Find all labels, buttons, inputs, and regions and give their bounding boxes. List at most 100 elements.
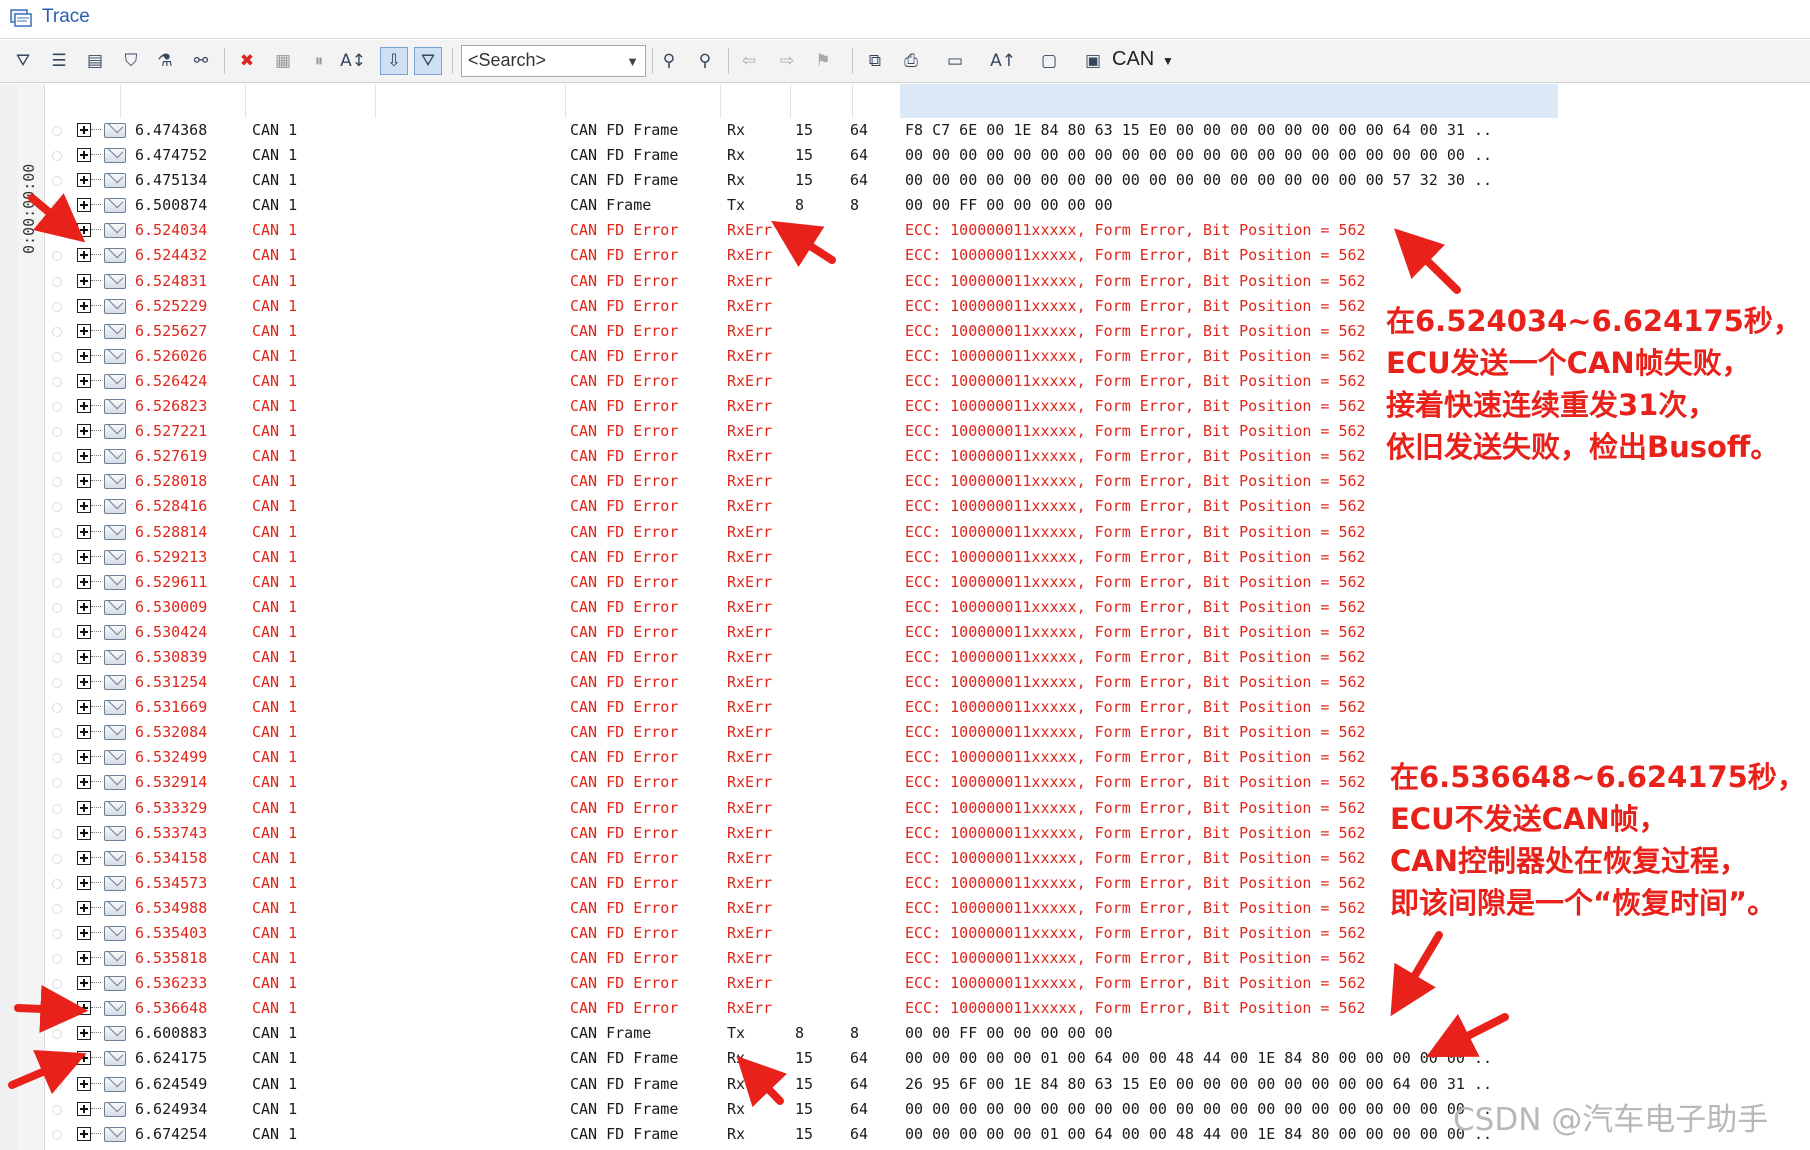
trace-row-error[interactable]: 6.530009 CAN 1 CAN FD Error RxErr ECC: 10000… xyxy=(0,595,1810,620)
expand-plus-icon[interactable] xyxy=(77,1051,91,1066)
expand-plus-icon[interactable] xyxy=(77,1026,91,1041)
pause-icon[interactable]: ⏸ xyxy=(306,48,332,74)
cell-data: ECC: 100000011xxxxx, Form Error, Bit Pos… xyxy=(905,597,1366,616)
font-size-icon[interactable]: A↑ xyxy=(990,48,1016,74)
trace-row-error[interactable]: 6.530424 CAN 1 CAN FD Error RxErr ECC: 10000… xyxy=(0,620,1810,645)
trace-row[interactable]: 6.500874 CAN 1 CAN Frame Tx 8 8 00 00 FF 00 00… xyxy=(0,193,1810,218)
expand-plus-icon[interactable] xyxy=(77,1076,91,1091)
expand-plus-icon[interactable] xyxy=(77,323,91,338)
trace-row-error[interactable]: 6.529611 CAN 1 CAN FD Error RxErr ECC: 10000… xyxy=(0,570,1810,595)
expand-plus-icon[interactable] xyxy=(77,725,91,740)
find-next-icon[interactable]: ⚲ xyxy=(692,48,718,74)
trace-row-error[interactable]: 6.528814 CAN 1 CAN FD Error RxErr ECC: 10000… xyxy=(0,520,1810,545)
expand-plus-icon[interactable] xyxy=(77,951,91,966)
expand-plus-icon[interactable] xyxy=(77,223,91,238)
trace-row[interactable]: 6.474368 CAN 1 CAN FD Frame Rx 15 64 F8 C7 6E … xyxy=(0,118,1810,143)
export-icon[interactable]: ⎙ xyxy=(898,48,924,74)
layout-icon[interactable]: ▭ xyxy=(942,48,968,74)
binoculars-icon[interactable]: ⚯ xyxy=(188,48,214,74)
trace-row-error[interactable]: 6.536233 CAN 1 CAN FD Error RxErr ECC: 10000… xyxy=(0,971,1810,996)
trace-row-error[interactable]: 6.528416 CAN 1 CAN FD Error RxErr ECC: 10000… xyxy=(0,494,1810,519)
expand-plus-icon[interactable] xyxy=(77,449,91,464)
forward-arrow-icon[interactable]: ⇨ xyxy=(774,48,800,74)
filter-add-icon[interactable]: ⛉ xyxy=(118,48,144,74)
filter-remove-icon[interactable]: ⚗ xyxy=(152,48,178,74)
trace-row-error[interactable]: 6.528018 CAN 1 CAN FD Error RxErr ECC: 10000… xyxy=(0,469,1810,494)
chevron-down-icon[interactable]: ▼ xyxy=(626,54,639,69)
cell-dir: RxErr xyxy=(727,346,773,365)
expand-plus-icon[interactable] xyxy=(77,248,91,263)
expand-plus-icon[interactable] xyxy=(77,348,91,363)
expand-plus-icon[interactable] xyxy=(77,173,91,188)
expand-plus-icon[interactable] xyxy=(77,926,91,940)
trace-row-error[interactable]: 6.524432 CAN 1 CAN FD Error RxErr ECC: 10000… xyxy=(0,243,1810,268)
filter-icon[interactable]: ⛛ xyxy=(10,48,36,74)
trace-row-error[interactable]: 6.529213 CAN 1 CAN FD Error RxErr ECC: 10000… xyxy=(0,545,1810,570)
expand-plus-icon[interactable] xyxy=(77,1126,91,1141)
trace-row-error[interactable]: 6.535818 CAN 1 CAN FD Error RxErr ECC: 10000… xyxy=(0,946,1810,971)
trace-row-error[interactable]: 6.524831 CAN 1 CAN FD Error RxErr ECC: 10000… xyxy=(0,269,1810,294)
expand-plus-icon[interactable] xyxy=(77,373,91,388)
search-combobox[interactable]: <Search> ▼ xyxy=(461,45,646,77)
trace-row[interactable]: 6.474752 CAN 1 CAN FD Frame Rx 15 64 00 00 00 … xyxy=(0,143,1810,168)
trace-row[interactable]: 6.600883 CAN 1 CAN Frame Tx 8 8 00 00 FF 00 00… xyxy=(0,1021,1810,1046)
expand-plus-icon[interactable] xyxy=(77,700,91,715)
expand-plus-icon[interactable] xyxy=(77,574,91,589)
trace-row-error[interactable]: 6.536648 CAN 1 CAN FD Error RxErr ECC: 10000… xyxy=(0,996,1810,1021)
expand-plus-icon[interactable] xyxy=(77,148,91,163)
expand-plus-icon[interactable] xyxy=(77,424,91,439)
time-mode-icon[interactable]: A↕ xyxy=(340,48,366,74)
trace-row-error[interactable]: 6.531254 CAN 1 CAN FD Error RxErr ECC: 10000… xyxy=(0,670,1810,695)
expand-plus-icon[interactable] xyxy=(77,1101,91,1116)
trace-row-error[interactable]: 6.531669 CAN 1 CAN FD Error RxErr ECC: 10000… xyxy=(0,695,1810,720)
expand-plus-icon[interactable] xyxy=(77,624,91,639)
expand-plus-icon[interactable] xyxy=(77,549,91,564)
expand-plus-icon[interactable] xyxy=(77,499,91,514)
dropdown-arrow-icon[interactable]: ▼ xyxy=(1162,54,1174,68)
trace-row[interactable]: 6.624175 CAN 1 CAN FD Frame Rx 15 64 00 00 00 … xyxy=(0,1046,1810,1071)
expand-plus-icon[interactable] xyxy=(77,198,91,213)
row-marker-icon xyxy=(52,527,62,538)
expand-plus-icon[interactable] xyxy=(77,775,91,790)
expand-plus-icon[interactable] xyxy=(77,825,91,840)
marker-icon[interactable]: ⚑ xyxy=(810,48,836,74)
expand-plus-icon[interactable] xyxy=(77,800,91,815)
expand-plus-icon[interactable] xyxy=(77,850,91,865)
trace-row[interactable]: 6.475134 CAN 1 CAN FD Frame Rx 15 64 00 00 00 … xyxy=(0,168,1810,193)
expand-plus-icon[interactable] xyxy=(77,474,91,489)
trace-row-error[interactable]: 6.524034 CAN 1 CAN FD Error RxErr ECC: 10000… xyxy=(0,218,1810,243)
delete-x-icon[interactable]: ✖ xyxy=(234,48,260,74)
expand-plus-icon[interactable] xyxy=(77,1001,91,1016)
clear-icon[interactable]: ▦ xyxy=(270,48,296,74)
expand-plus-icon[interactable] xyxy=(77,399,91,414)
cell-data: ECC: 100000011xxxxx, Form Error, Bit Pos… xyxy=(905,422,1366,441)
column-config-icon[interactable]: ▤ xyxy=(82,48,108,74)
expand-plus-icon[interactable] xyxy=(77,750,91,765)
expand-plus-icon[interactable] xyxy=(77,123,91,137)
expand-plus-icon[interactable] xyxy=(77,298,91,313)
copy-window-icon[interactable]: ⧉ xyxy=(862,48,888,74)
find-previous-icon[interactable]: ⚲ xyxy=(656,48,682,74)
back-arrow-icon[interactable]: ⇦ xyxy=(736,48,762,74)
expand-plus-icon[interactable] xyxy=(77,599,91,614)
filter-toggle-icon[interactable]: ⛛ xyxy=(414,47,442,75)
cell-type: CAN FD Frame xyxy=(570,146,679,165)
expand-plus-icon[interactable] xyxy=(77,976,91,991)
trace-row-error[interactable]: 6.535403 CAN 1 CAN FD Error RxErr ECC: 10000… xyxy=(0,921,1810,946)
bus-filter-icon[interactable]: ▣ xyxy=(1080,48,1106,74)
expand-plus-icon[interactable] xyxy=(77,524,91,539)
scroll-mode-icon[interactable]: ⇩ xyxy=(380,47,408,75)
expand-plus-icon[interactable] xyxy=(77,900,91,915)
window-options-icon[interactable]: ▢ xyxy=(1036,48,1062,74)
trace-row[interactable]: 6.624549 CAN 1 CAN FD Frame Rx 15 64 26 95 6F … xyxy=(0,1072,1810,1097)
expand-plus-icon[interactable] xyxy=(77,875,91,890)
trace-row-error[interactable]: 6.532084 CAN 1 CAN FD Error RxErr ECC: 10000… xyxy=(0,720,1810,745)
bus-selector-label[interactable]: CAN xyxy=(1112,48,1154,71)
search-input[interactable]: <Search> xyxy=(468,50,546,70)
cell-channel: CAN 1 xyxy=(252,1124,298,1143)
list-view-icon[interactable]: ☰ xyxy=(46,48,72,74)
expand-plus-icon[interactable] xyxy=(77,649,91,664)
expand-plus-icon[interactable] xyxy=(77,273,91,288)
trace-row-error[interactable]: 6.530839 CAN 1 CAN FD Error RxErr ECC: 10000… xyxy=(0,645,1810,670)
expand-plus-icon[interactable] xyxy=(77,675,91,690)
